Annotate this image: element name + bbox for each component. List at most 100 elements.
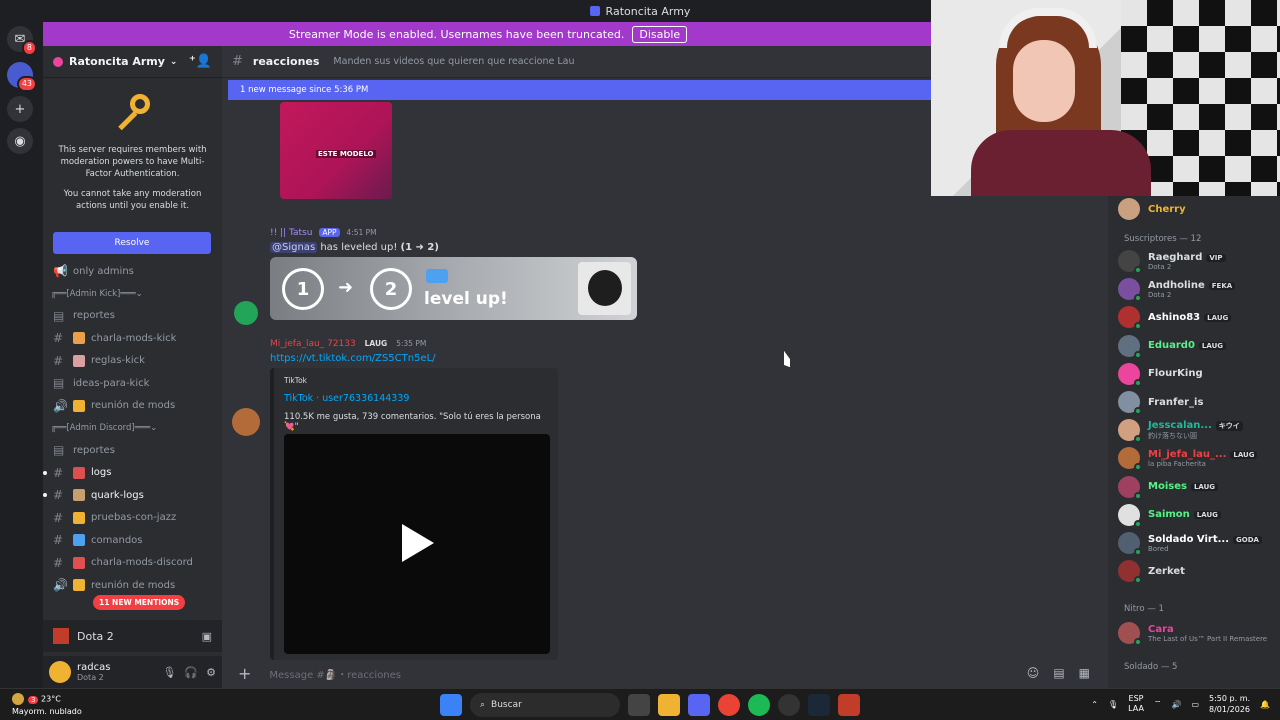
apps-icon[interactable]: ▦ xyxy=(1079,666,1090,680)
member-item[interactable]: Eduard0 LAUG xyxy=(1118,333,1278,359)
channel-item[interactable]: ▤ reportes xyxy=(43,439,222,462)
member-cherry[interactable]: Cherry xyxy=(1118,196,1278,222)
server-icon-ratoncita[interactable]: 43 xyxy=(7,62,37,92)
discover-icon[interactable]: ◉ xyxy=(7,128,33,154)
streamer-sweater xyxy=(971,130,1151,196)
member-activity: 釣け落ちない圓 xyxy=(1148,431,1197,440)
member-item[interactable]: Raeghard VIP Dota 2 xyxy=(1118,248,1278,274)
weather-icon xyxy=(12,693,24,705)
steam-icon[interactable] xyxy=(808,694,830,716)
channel-item[interactable]: # charla-mods-discord xyxy=(43,552,222,575)
composer-placeholder[interactable]: Message #🗿・reacciones xyxy=(269,666,401,681)
member-item[interactable]: Zerket xyxy=(1118,558,1278,585)
taskbar-search[interactable]: ⌕ Buscar xyxy=(470,693,620,717)
mic-icon[interactable]: 🎙 xyxy=(1108,700,1118,709)
member-item[interactable]: Andholine FEKA Dota 2 xyxy=(1118,276,1278,303)
windows-start-icon[interactable] xyxy=(440,694,462,716)
spotify-icon[interactable] xyxy=(748,694,770,716)
user-message-header: Mi_jefa_lau_ 72133 LAUG 5:35 PM xyxy=(270,339,426,349)
channel-item[interactable]: 📢 only admins xyxy=(43,260,222,283)
chevron-up-icon[interactable]: ⌃ xyxy=(1091,700,1098,709)
channel-item[interactable]: # charla-mods-kick xyxy=(43,327,222,350)
author-suffix: 72133 xyxy=(327,339,356,349)
tiktok-link[interactable]: https://vt.tiktok.com/ZS5CTn5eL/ xyxy=(270,353,436,364)
channel-item[interactable]: 🔊 reunión de mods xyxy=(43,574,222,597)
dm-home-icon[interactable]: ✉ 8 xyxy=(7,26,37,56)
member-item[interactable]: Franfer_is xyxy=(1118,389,1278,415)
thumbnail-caption: ESTE MODELO xyxy=(316,150,376,158)
channel-item[interactable]: # comandos xyxy=(43,529,222,552)
channel-item[interactable]: 🔊 reunión de mods xyxy=(43,395,222,418)
server-badge: 43 xyxy=(16,76,37,92)
attach-plus-icon[interactable]: + xyxy=(238,664,251,683)
channel-item[interactable]: # logs xyxy=(43,462,222,485)
member-item[interactable]: Ashino83 LAUG xyxy=(1118,304,1278,331)
member-item[interactable]: Soldado Virt... GODA Bored xyxy=(1118,530,1278,556)
hash-icon: # xyxy=(53,488,64,503)
new-mentions-pill[interactable]: 11 NEW MENTIONS xyxy=(93,595,186,610)
user-avatar[interactable] xyxy=(232,408,260,436)
embed-title[interactable]: TikTok · user76336144339 xyxy=(284,393,548,404)
channel-item[interactable]: ▤ ideas-para-kick xyxy=(43,372,222,395)
embed-video[interactable] xyxy=(284,434,550,654)
channel-item[interactable]: # quark-logs xyxy=(43,484,222,507)
mfa-text-1: This server requires members with modera… xyxy=(58,145,207,179)
channel-item[interactable]: # pruebas-con-jazz xyxy=(43,507,222,530)
volume-icon[interactable]: 🔊 xyxy=(1171,700,1181,709)
add-server-icon[interactable]: + xyxy=(7,96,33,122)
battery-icon[interactable]: ▭ xyxy=(1191,700,1199,709)
member-tag: LAUG xyxy=(1204,313,1232,322)
member-item[interactable]: Moises LAUG xyxy=(1118,474,1278,500)
channel-label: reunión de mods xyxy=(91,400,176,412)
disable-streamer-button[interactable]: Disable xyxy=(632,25,688,43)
voice-activity-panel[interactable]: Dota 2 ▣ xyxy=(43,620,222,652)
sticker-icon[interactable]: ☺ xyxy=(1027,666,1040,680)
notification-bell-icon[interactable]: 🔔 xyxy=(1260,700,1270,709)
discord-icon[interactable] xyxy=(688,694,710,716)
avatar xyxy=(1118,419,1142,444)
levelup-range: (1 ➜ 2) xyxy=(400,242,439,253)
message-composer[interactable]: + Message #🗿・reacciones ☺ ▤ ▦ xyxy=(226,658,1102,688)
channel-item[interactable]: ▤ reportes xyxy=(43,305,222,328)
avatar xyxy=(1118,503,1142,528)
avatar xyxy=(1118,250,1142,274)
member-item[interactable]: FlourKing xyxy=(1118,361,1278,387)
member-tag: LAUG xyxy=(1193,511,1221,520)
play-icon[interactable] xyxy=(402,524,434,562)
bot-avatar[interactable] xyxy=(234,301,258,325)
file-explorer-icon[interactable] xyxy=(658,694,680,716)
avatar xyxy=(1118,334,1142,359)
member-item[interactable]: Saimon LAUG xyxy=(1118,502,1278,528)
message-author[interactable]: Mi_jefa_lau_ xyxy=(270,339,324,349)
language-indicator[interactable]: ESP LAA xyxy=(1128,694,1144,714)
dota-icon[interactable] xyxy=(838,694,860,716)
bot-author[interactable]: !! || Tatsu xyxy=(270,228,312,238)
server-header[interactable]: Ratoncita Army ⌄ ⁺👤 xyxy=(43,46,222,78)
user-mention[interactable]: @Signas xyxy=(270,242,318,253)
invite-icon[interactable]: ⁺👤 xyxy=(189,54,212,69)
obs-icon[interactable] xyxy=(778,694,800,716)
member-item[interactable]: Jesscalan... キウイ 釣け落ちない圓 xyxy=(1118,417,1278,444)
channel-item[interactable]: # reglas-kick xyxy=(43,350,222,373)
embed-provider[interactable]: TikTok xyxy=(284,376,548,385)
task-view-icon[interactable] xyxy=(628,694,650,716)
category-header[interactable]: ╔══[Admin Discord]═══ ⌄ xyxy=(43,417,222,439)
screen-share-icon[interactable]: ▣ xyxy=(202,630,212,643)
member-item[interactable]: Mi_jefa_lau_... LAUG la piba Facherita xyxy=(1118,445,1278,472)
member-cara[interactable]: Cara The Last of Us™ Part II Remastere xyxy=(1118,620,1278,646)
gif-icon[interactable]: ▤ xyxy=(1053,666,1064,680)
member-activity: The Last of Us™ Part II Remastere xyxy=(1148,634,1268,643)
video-thumbnail[interactable]: ESTE MODELO xyxy=(280,102,392,199)
clock[interactable]: 5:50 p. m. 8/01/2026 xyxy=(1209,693,1250,715)
weather-widget[interactable]: 3 23°C Mayorm. nublado xyxy=(12,693,82,717)
avatar[interactable] xyxy=(49,661,71,683)
microphone-icon[interactable]: 🎙 xyxy=(162,666,176,679)
wifi-icon[interactable]: ⌔ xyxy=(1154,699,1162,709)
gear-icon[interactable]: ⚙ xyxy=(206,666,216,679)
chrome-icon[interactable] xyxy=(718,694,740,716)
headphones-icon[interactable]: 🎧 xyxy=(184,666,198,679)
avatar xyxy=(1118,447,1142,472)
category-header[interactable]: ╔══[Admin Kick]═══ ⌄ xyxy=(43,283,222,305)
new-messages-banner[interactable]: 1 new message since 5:36 PM xyxy=(228,80,932,100)
resolve-button[interactable]: Resolve xyxy=(53,232,211,254)
